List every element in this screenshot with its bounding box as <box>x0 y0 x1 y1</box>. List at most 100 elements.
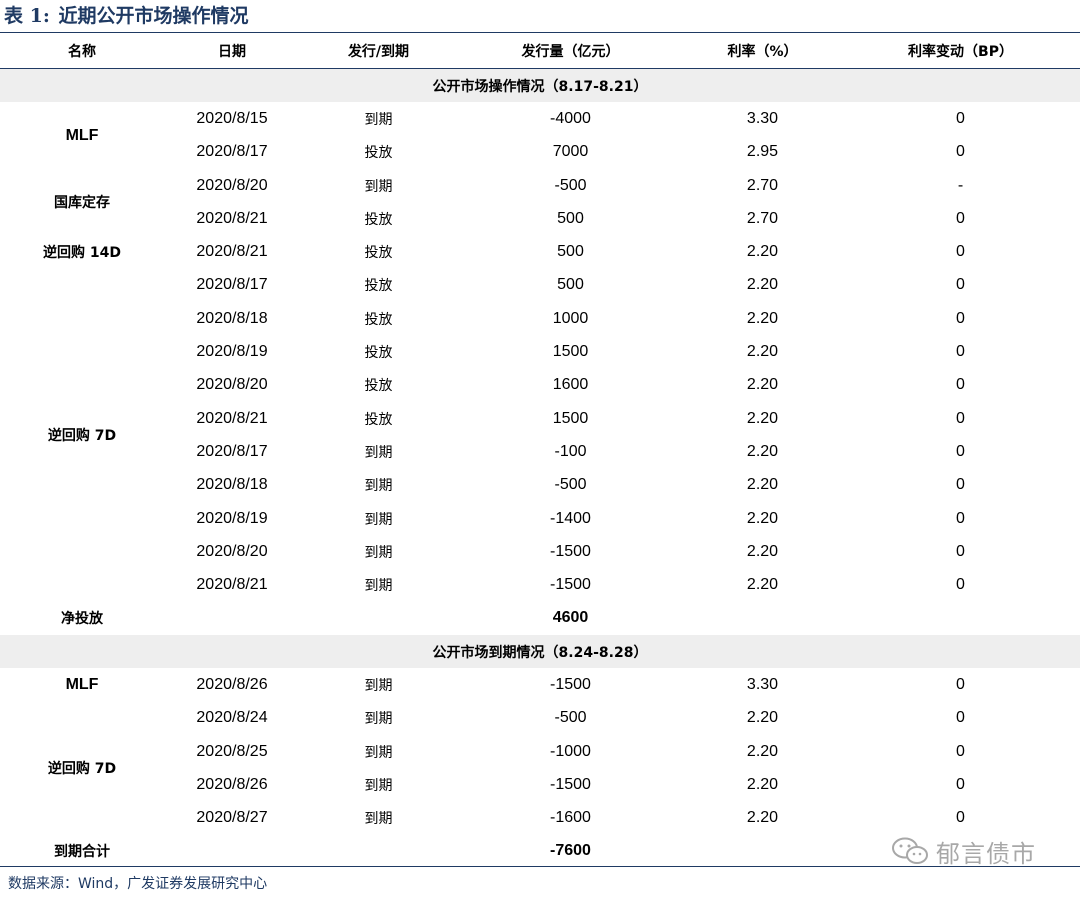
date-cell: 2020/8/26 <box>196 775 268 793</box>
type-cell: 到期 <box>364 478 393 495</box>
type-cell: 投放 <box>364 411 393 428</box>
change-cell: 0 <box>956 809 965 827</box>
rate-cell: 2.20 <box>746 542 779 560</box>
section-heading: 公开市场到期情况（8.24-8.28） <box>0 635 1080 669</box>
rate-cell: 2.20 <box>746 775 779 793</box>
amount-cell: 1600 <box>552 376 589 394</box>
change-cell: 0 <box>956 709 965 727</box>
rate-cell: 2.70 <box>746 209 779 227</box>
table-row: 逆回购 7D 2020/8/17 投放 500 2.20 0 <box>0 269 1080 444</box>
rate-cell: 2.20 <box>746 409 779 427</box>
type-cell: 到期 <box>364 111 393 128</box>
type-cell: 投放 <box>364 278 393 295</box>
change-cell: 0 <box>956 576 965 594</box>
rate-cell: 2.20 <box>746 742 779 760</box>
rate-cell: 2.20 <box>746 276 779 294</box>
rate-cell: 2.20 <box>746 509 779 527</box>
change-cell: 0 <box>956 409 965 427</box>
date-cell: 2020/8/24 <box>196 709 268 727</box>
change-cell: 0 <box>956 509 965 527</box>
type-cell: 到期 <box>364 811 393 828</box>
wechat-icon <box>892 837 928 864</box>
change-cell: 0 <box>956 309 965 327</box>
date-cell: 2020/8/27 <box>196 809 268 827</box>
type-cell: 到期 <box>364 511 393 528</box>
date-cell: 2020/8/15 <box>196 109 268 127</box>
watermark-text: 郁言债市 <box>936 839 1036 868</box>
rate-cell: 2.20 <box>746 442 779 460</box>
type-cell: 投放 <box>364 145 393 162</box>
amount-cell: 1500 <box>552 343 589 361</box>
amount-cell: 1000 <box>552 309 589 327</box>
date-cell: 2020/8/18 <box>196 476 268 494</box>
change-cell: 0 <box>956 675 965 693</box>
data-table: 名称 日期 发行/到期 发行量（亿元） 利率（%） 利率变动（BP） 公开市场操… <box>0 33 1080 868</box>
type-cell: 投放 <box>364 378 393 395</box>
total-amount: -7600 <box>550 842 591 860</box>
type-cell: 到期 <box>364 677 393 694</box>
rate-cell: 2.20 <box>746 309 779 327</box>
date-cell: 2020/8/26 <box>196 675 268 693</box>
empty-cell <box>164 835 300 868</box>
type-cell: 到期 <box>364 444 393 461</box>
type-cell: 到期 <box>364 544 393 561</box>
table-title: 表 1: 近期公开市场操作情况 <box>4 2 251 30</box>
rate-cell: 2.20 <box>746 343 779 361</box>
change-cell: 0 <box>956 742 965 760</box>
amount-cell: -1000 <box>550 742 591 760</box>
amount-cell: 500 <box>557 209 584 227</box>
rate-cell: 2.95 <box>746 143 779 161</box>
amount-cell: -100 <box>554 442 587 460</box>
instrument-name: MLF <box>65 675 99 693</box>
total-label: 净投放 <box>61 611 103 628</box>
amount-cell: 7000 <box>552 143 589 161</box>
type-cell: 投放 <box>364 211 393 228</box>
amount-cell: -500 <box>554 476 587 494</box>
date-cell: 2020/8/21 <box>196 209 268 227</box>
rate-cell: 2.70 <box>746 176 779 194</box>
date-cell: 2020/8/17 <box>196 276 268 294</box>
empty-cell <box>300 835 457 868</box>
instrument-name: 逆回购 7D <box>47 428 117 445</box>
instrument-name: 逆回购 14D <box>43 245 121 262</box>
date-cell: 2020/8/19 <box>196 343 268 361</box>
amount-cell: -500 <box>554 709 587 727</box>
rate-cell: 2.20 <box>746 576 779 594</box>
date-cell: 2020/8/20 <box>196 542 268 560</box>
amount-cell: -1400 <box>550 509 591 527</box>
instrument-name: 国库定存 <box>54 195 110 212</box>
type-cell: 到期 <box>364 777 393 794</box>
table-title-text: 近期公开市场操作情况 <box>58 5 249 27</box>
amount-cell: -1500 <box>550 576 591 594</box>
table-header-row: 名称 日期 发行/到期 发行量（亿元） 利率（%） 利率变动（BP） <box>0 33 1080 69</box>
amount-cell: -1500 <box>550 675 591 693</box>
amount-cell: -500 <box>554 176 587 194</box>
column-header-rate: 利率（%） <box>684 33 841 69</box>
column-header-amount: 发行量（亿元） <box>457 33 684 69</box>
type-cell: 到期 <box>364 178 393 195</box>
rate-cell: 2.20 <box>746 476 779 494</box>
table-row: MLF 2020/8/15 到期 -4000 3.30 0 <box>0 102 1080 144</box>
type-cell: 到期 <box>364 711 393 728</box>
column-header-change: 利率变动（BP） <box>841 33 1080 69</box>
type-cell: 投放 <box>364 345 393 362</box>
column-header-date: 日期 <box>164 33 300 69</box>
table-row: 逆回购 14D 2020/8/21 投放 500 2.20 0 <box>0 235 1080 268</box>
change-cell: 0 <box>956 109 965 127</box>
amount-cell: -1500 <box>550 542 591 560</box>
date-cell: 2020/8/21 <box>196 409 268 427</box>
table-row: 逆回购 7D 2020/8/24 到期 -500 2.20 0 <box>0 702 1080 777</box>
amount-cell: 1500 <box>552 409 589 427</box>
rate-cell: 3.30 <box>746 109 779 127</box>
change-cell: 0 <box>956 476 965 494</box>
change-cell: 0 <box>956 143 965 161</box>
change-cell: 0 <box>956 376 965 394</box>
instrument-name: 逆回购 7D <box>47 761 117 778</box>
data-table-container: 名称 日期 发行/到期 发行量（亿元） 利率（%） 利率变动（BP） 公开市场操… <box>0 32 1080 868</box>
table-row: 国库定存 2020/8/20 到期 -500 2.70 - <box>0 169 1080 212</box>
date-cell: 2020/8/25 <box>196 742 268 760</box>
empty-cell <box>841 602 1080 635</box>
total-label: 到期合计 <box>54 844 110 861</box>
section-heading-row: 公开市场操作情况（8.17-8.21） <box>0 68 1080 103</box>
column-header-name: 名称 <box>0 33 164 69</box>
